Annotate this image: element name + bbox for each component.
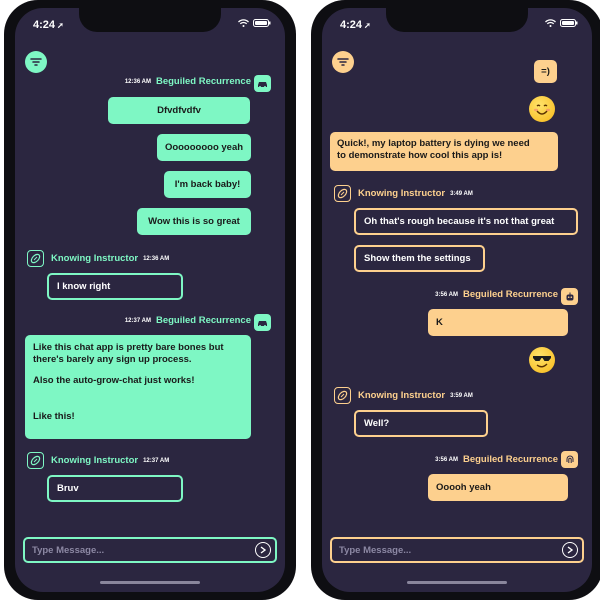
message-header: 12:37 AM Beguiled Recurrence [125,315,251,326]
send-button[interactable] [255,542,271,558]
avatar[interactable] [27,452,44,469]
fingerprint-icon [566,455,573,463]
message-time: 12:37 AM [143,457,170,464]
status-time: 4:24 ➚ [33,19,64,31]
chat-screen: 4:24 ➚ 12:36 AM Beguiled Recurrence Dfvdf… [15,8,285,592]
message-bubble: =) [534,60,557,83]
message-time: 12:36 AM [124,78,151,85]
message-header: Knowing Instructor 3:49 AM [358,188,473,199]
sender-name: Knowing Instructor [51,253,139,264]
message-bubble: Show them the settings [354,245,485,272]
football-icon [337,390,348,401]
message-bubble: Quick!, my laptop battery is dying we ne… [330,132,558,171]
message-bubble: Wow this is so great [137,208,251,235]
battery-icon [560,19,578,27]
avatar[interactable] [27,250,44,267]
message-bubble: Ooooooooo yeah [157,134,251,161]
message-bubble: Oh that's rough because it's not that gr… [354,208,578,235]
status-time: 4:24 ➚ [340,19,371,31]
send-button[interactable] [562,542,578,558]
status-icons [545,19,578,27]
message-input[interactable]: Type Message... [23,537,277,563]
message-header: 3:56 AM Beguiled Recurrence [435,454,558,465]
notch [386,8,528,32]
home-indicator[interactable] [100,581,200,584]
football-icon [30,455,41,466]
message-time: 12:37 AM [124,317,151,324]
message-time: 12:36 AM [143,255,170,262]
notch [79,8,221,32]
avatar[interactable] [561,288,578,305]
message-time: 3:56 AM [435,456,458,463]
sender-name: Beguiled Recurrence [155,315,251,326]
message-line: Like this! [33,411,75,422]
sender-name: Knowing Instructor [358,188,446,199]
message-bubble: K [428,309,568,336]
message-time: 3:49 AM [450,190,473,197]
message-line: Like this chat app is pretty bare bones … [33,342,224,353]
message-input[interactable]: Type Message... [330,537,584,563]
phone-right: 4:24 ➚ =) Quick!, my laptop battery is dy… [311,0,600,600]
football-icon [337,188,348,199]
message-bubble: I'm back baby! [164,171,251,198]
message-bubble: Bruv [47,475,183,502]
avatar[interactable] [254,314,271,331]
message-bubble: Well? [354,410,488,437]
message-line: to demonstrate how cool this app is! [337,150,503,161]
input-placeholder: Type Message... [32,544,105,556]
message-time: 3:56 AM [435,291,458,298]
message-header: Knowing Instructor 3:59 AM [358,390,473,401]
chevron-right-icon [260,546,266,554]
message-line: Also the auto-grow-chat just works! [33,375,195,386]
car-icon [258,320,267,327]
wifi-icon [545,19,556,27]
battery-icon [253,19,271,27]
avatar[interactable] [561,451,578,468]
avatar[interactable] [334,387,351,404]
message-bubble: Dfvdfvdfv [108,97,250,124]
sender-name: Knowing Instructor [51,455,139,466]
message-header: 12:36 AM Beguiled Recurrence [125,76,251,87]
home-indicator[interactable] [407,581,507,584]
robot-icon [566,292,573,300]
message-bubble: Like this chat app is pretty bare bones … [25,335,251,439]
chevron-right-icon [567,546,573,554]
message-header: Knowing Instructor 12:36 AM [51,253,169,264]
chat-screen: 4:24 ➚ =) Quick!, my laptop battery is dy… [322,8,592,592]
message-bubble: Ooooh yeah [428,474,568,501]
football-icon [30,253,41,264]
message-header: 3:56 AM Beguiled Recurrence [435,289,558,300]
avatar[interactable] [254,75,271,92]
sender-name: Beguiled Recurrence [155,76,251,87]
message-header: Knowing Instructor 12:37 AM [51,455,169,466]
input-placeholder: Type Message... [339,544,412,556]
status-icons [238,19,271,27]
phone-left: 4:24 ➚ 12:36 AM Beguiled Recurrence Dfvdf… [4,0,296,600]
message-time: 3:59 AM [450,392,473,399]
filter-icon [30,58,42,66]
message-line: Quick!, my laptop battery is dying we ne… [337,138,530,149]
filter-icon [337,58,349,66]
wifi-icon [238,19,249,27]
sunglasses-face-emoji-icon [529,347,555,373]
car-icon [258,81,267,88]
smiling-face-emoji-icon [529,96,555,122]
message-line: there's barely any sign up process. [33,354,192,365]
filter-button[interactable] [332,51,354,73]
sender-name: Knowing Instructor [358,390,446,401]
filter-button[interactable] [25,51,47,73]
sender-name: Beguiled Recurrence [462,454,558,465]
avatar[interactable] [334,185,351,202]
sender-name: Beguiled Recurrence [462,289,558,300]
message-bubble: I know right [47,273,183,300]
